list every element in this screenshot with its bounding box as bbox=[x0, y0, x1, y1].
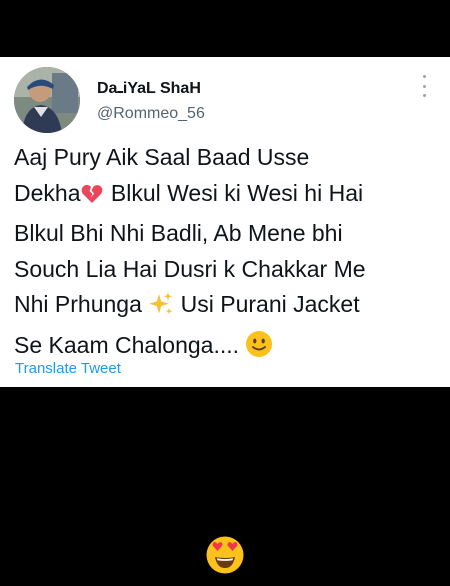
author-display-name[interactable]: DaـiYaL ShaH bbox=[97, 78, 201, 98]
profile-photo-icon bbox=[14, 67, 80, 133]
tweet-text-segment: Aaj Pury Aik Saal Baad Usse bbox=[14, 144, 310, 170]
tweet-text-segment: Se Kaam Chalonga.... bbox=[14, 331, 240, 358]
sparkles-icon bbox=[148, 291, 174, 328]
tweet-text-line: Blkul Bhi Nhi Badli, Ab Mene bhi bbox=[14, 216, 439, 252]
tweet-text-segment: Blkul Bhi Nhi Badli, Ab Mene bhi bbox=[14, 220, 343, 246]
heart-eyes-face-icon bbox=[205, 535, 245, 575]
tweet-text-segment: Souch Lia Hai Dusri k Chakkar Me bbox=[14, 255, 366, 282]
tweet-text-line: Souch Lia Hai Dusri k Chakkar Me bbox=[14, 252, 439, 288]
broken-heart-icon bbox=[80, 181, 104, 217]
author-handle[interactable]: @Rommeo_56 bbox=[97, 105, 205, 123]
tweet-text-line: Nhi Prhunga Usi Purani Jacket bbox=[14, 287, 439, 328]
tweet-text-segment: Usi Purani Jacket bbox=[180, 291, 360, 317]
slightly-smiling-face-icon bbox=[245, 330, 273, 369]
tweet-text-segment: Nhi Prhunga bbox=[14, 291, 142, 317]
tweet-text-line: Dekha Blkul Wesi ki Wesi hi Hai bbox=[14, 176, 439, 217]
avatar[interactable] bbox=[14, 67, 80, 133]
tweet-text-segment: Blkul Wesi ki Wesi hi Hai bbox=[110, 179, 364, 206]
tweet-text-line: Aaj Pury Aik Saal Baad Usse bbox=[14, 140, 439, 176]
more-vertical-icon[interactable] bbox=[417, 75, 431, 97]
tweet-text-segment: Dekha bbox=[14, 179, 81, 206]
translate-tweet-link[interactable]: Translate Tweet bbox=[15, 360, 121, 377]
tweet-card[interactable]: DaـiYaL ShaH @Rommeo_56 Aaj Pury Aik Saa… bbox=[0, 57, 450, 387]
tweet-text: Aaj Pury Aik Saal Baad Usse Dekha Blkul … bbox=[14, 140, 439, 368]
